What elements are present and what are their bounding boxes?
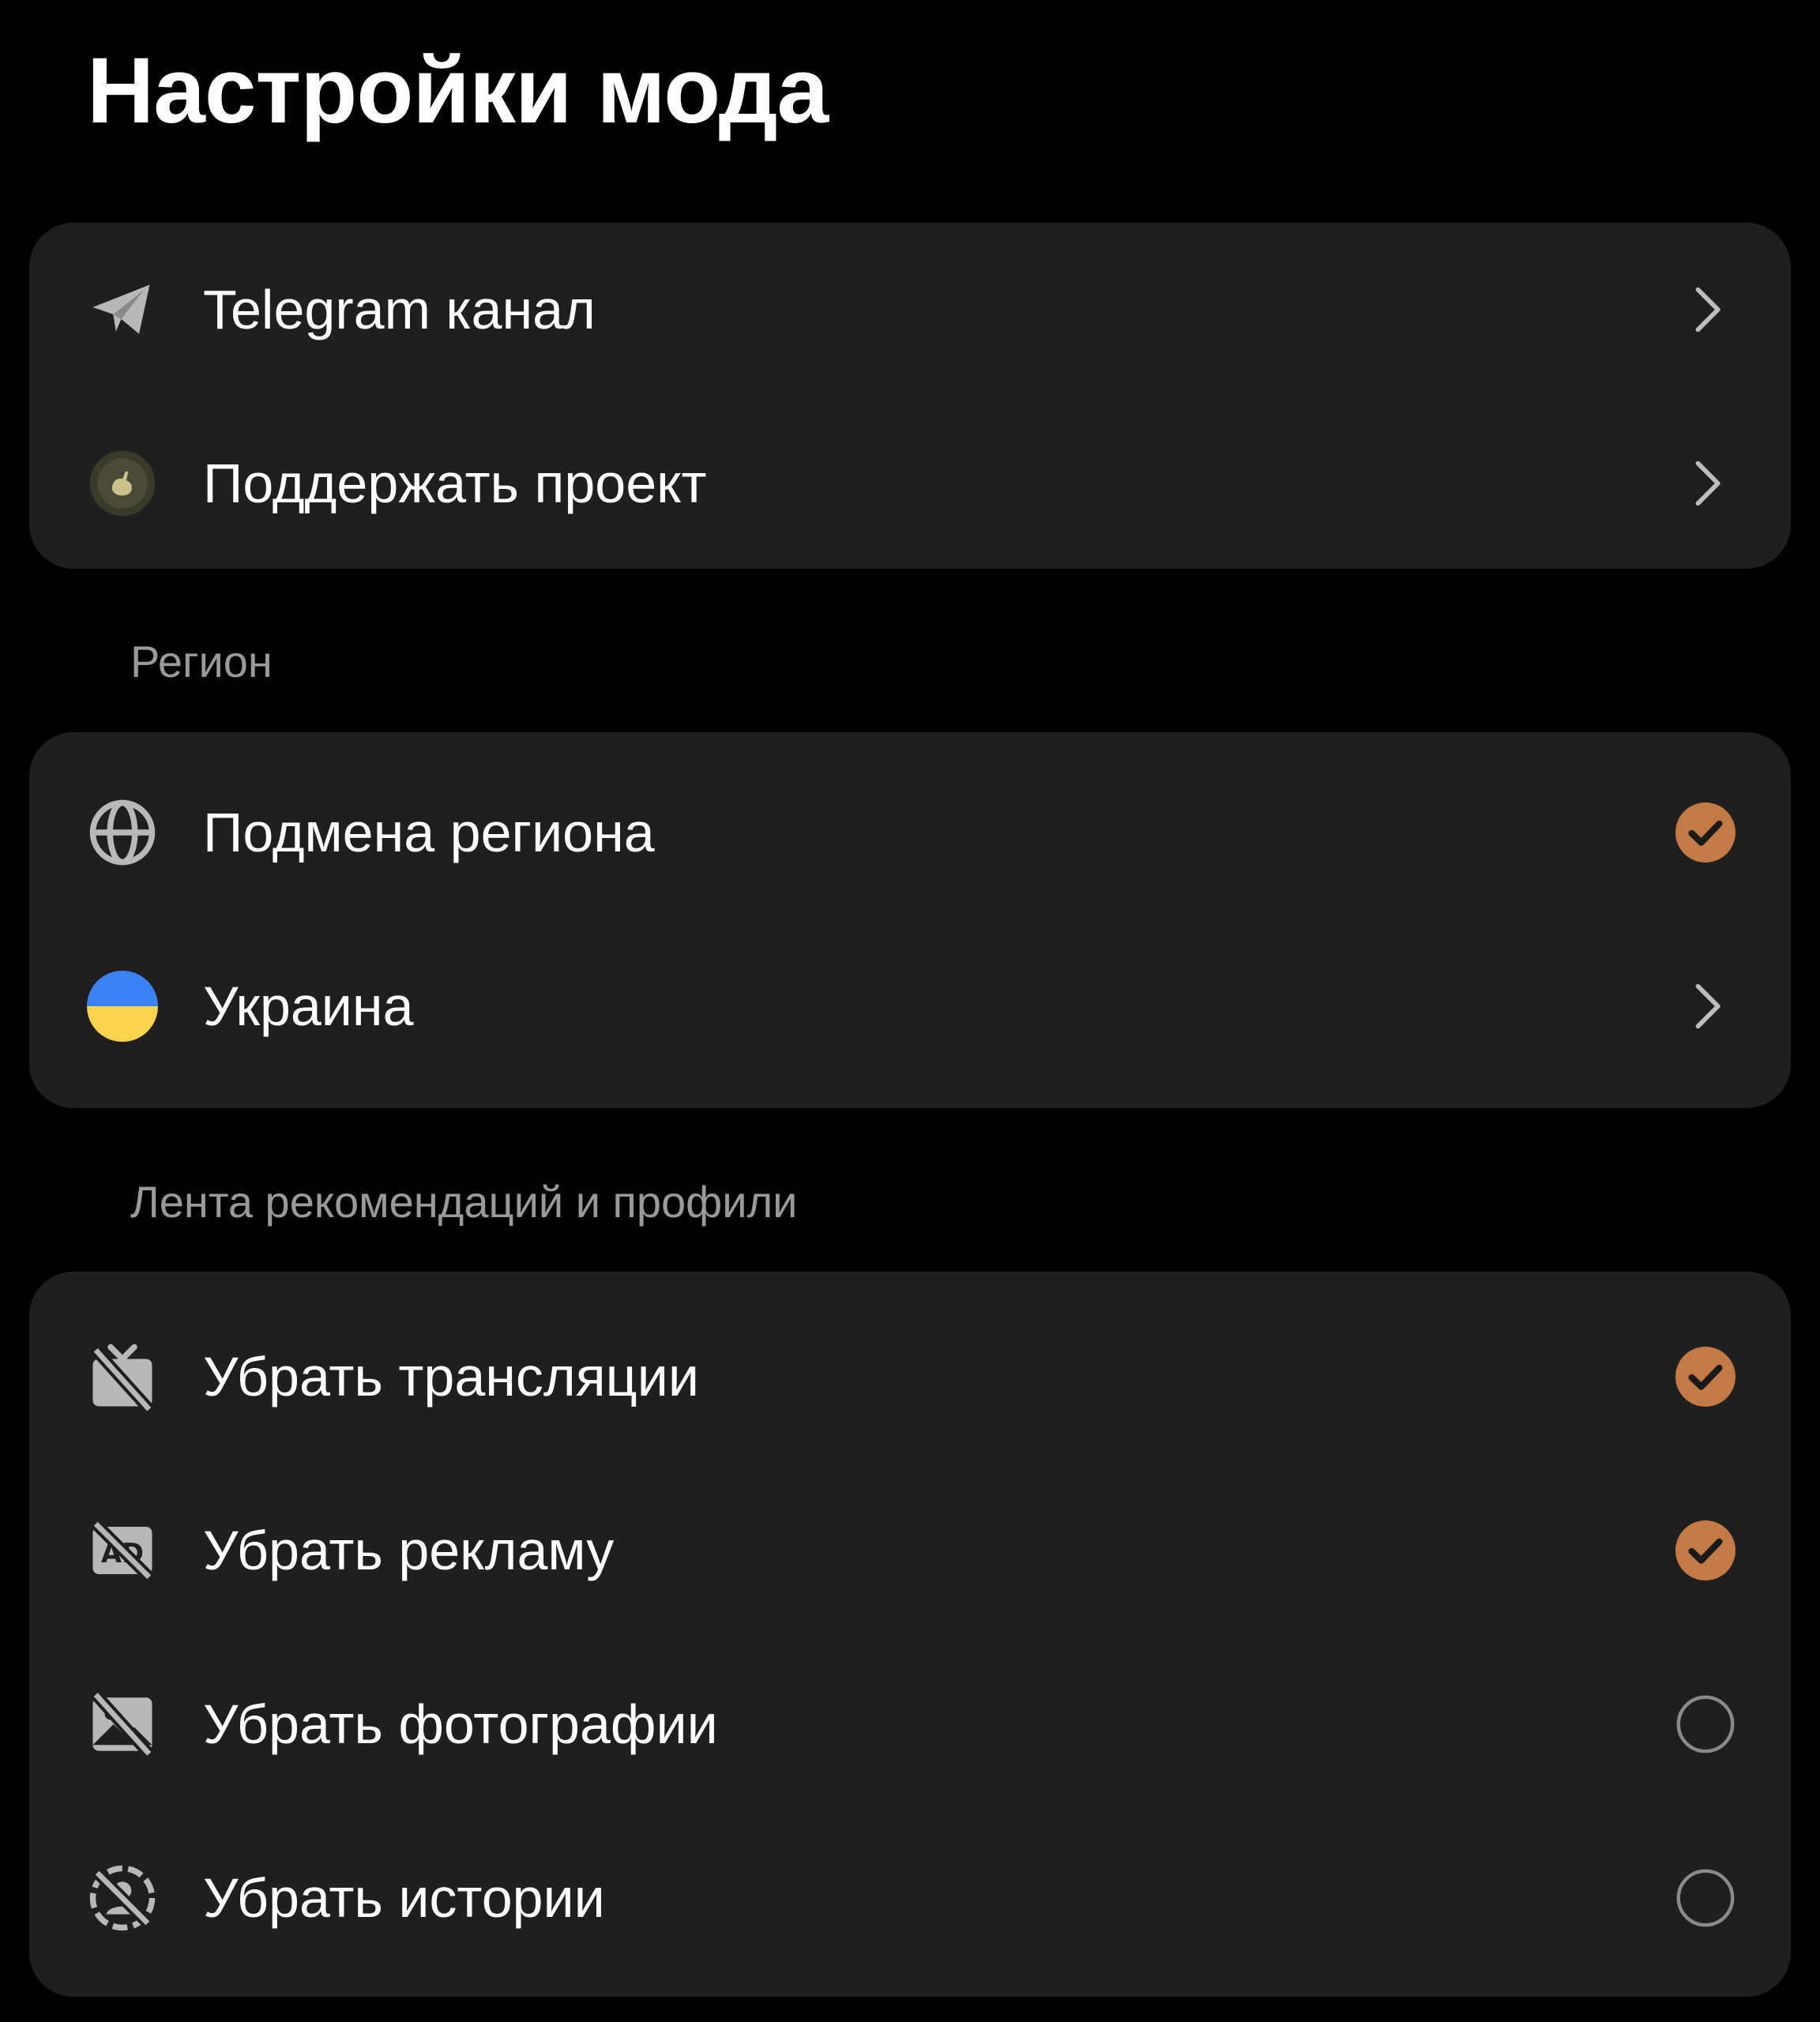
telegram-channel-label: Telegram канал [203, 279, 596, 340]
remove-photos-label: Убрать фотографии [203, 1693, 718, 1755]
remove-stories-checkbox[interactable] [1675, 1868, 1735, 1928]
feed-card: Убрать трансляции AD Убрать рекламу Убра… [29, 1272, 1791, 1997]
remove-stories-row[interactable]: Убрать истории [29, 1811, 1791, 1985]
telegram-send-icon [87, 274, 158, 345]
remove-streams-label: Убрать трансляции [203, 1346, 699, 1408]
region-spoof-checkbox[interactable] [1675, 802, 1735, 863]
remove-stories-label: Убрать истории [203, 1867, 605, 1929]
chevron-right-icon [1675, 453, 1735, 513]
links-card: Telegram канал Поддержать проект [29, 223, 1791, 569]
region-select-label: Украина [203, 975, 414, 1037]
support-project-row[interactable]: Поддержать проект [29, 397, 1791, 570]
remove-photos-checkbox[interactable] [1675, 1694, 1735, 1754]
support-badge-icon [87, 448, 158, 519]
image-off-icon [87, 1689, 158, 1760]
telegram-channel-row[interactable]: Telegram канал [29, 223, 1791, 397]
page-title: Настройки мода [87, 39, 829, 143]
remove-ads-label: Убрать рекламу [203, 1520, 615, 1581]
remove-photos-row[interactable]: Убрать фотографии [29, 1637, 1791, 1811]
region-spoof-label: Подмена региона [203, 802, 655, 863]
region-select-row[interactable]: Украина [29, 919, 1791, 1093]
remove-ads-row[interactable]: AD Убрать рекламу [29, 1464, 1791, 1637]
feed-section-label: Лента рекомендаций и профили [130, 1177, 798, 1227]
remove-ads-checkbox[interactable] [1675, 1520, 1735, 1580]
stories-off-icon [87, 1862, 158, 1934]
chevron-right-icon [1675, 280, 1735, 340]
tv-off-icon [87, 1341, 158, 1412]
chevron-right-icon [1675, 976, 1735, 1036]
region-section-label: Регион [130, 637, 273, 686]
region-card: Подмена региона Украина [29, 732, 1791, 1108]
region-spoof-row[interactable]: Подмена региона [29, 746, 1791, 919]
ads-off-icon: AD [87, 1515, 158, 1586]
globe-icon [87, 797, 158, 868]
ukraine-flag-icon [87, 971, 158, 1042]
remove-streams-row[interactable]: Убрать трансляции [29, 1290, 1791, 1464]
remove-streams-checkbox[interactable] [1675, 1347, 1735, 1407]
support-project-label: Поддержать проект [203, 453, 707, 514]
